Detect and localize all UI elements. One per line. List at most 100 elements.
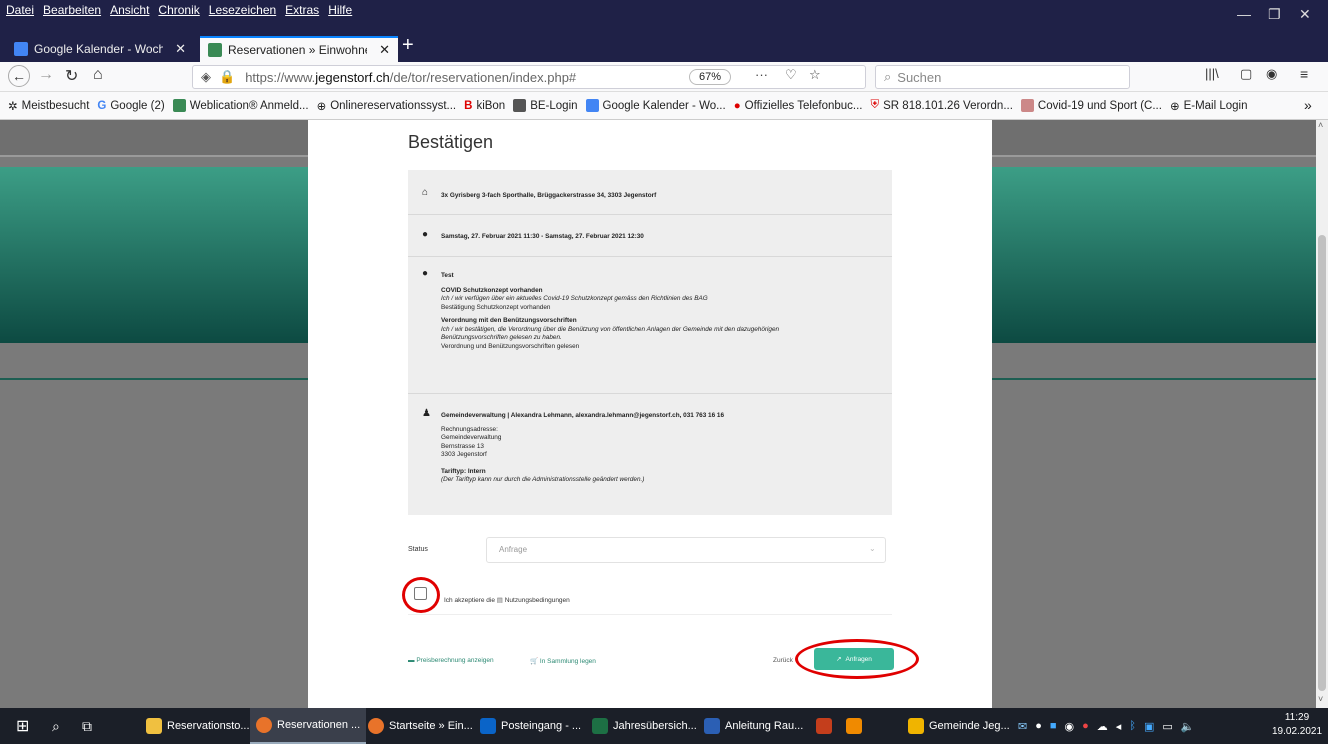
bookmark-onlinereservation[interactable]: ⊕ Onlinereservationssyst... xyxy=(317,99,457,113)
datetime-text: Samstag, 27. Februar 2021 11:30 - Samsta… xyxy=(441,233,644,240)
menu-chronik[interactable]: Chronik xyxy=(158,3,199,17)
taskbar: ⊞ ⌕ ⧉ Reservationsto... Reservationen ..… xyxy=(0,708,1328,744)
chevron-down-icon: ⌄ xyxy=(869,544,876,553)
menu-datei[interactable]: Datei xyxy=(6,3,34,17)
cart-icon: 🛒 xyxy=(530,658,539,665)
taskbar-item-anleitung[interactable]: Anleitung Rau... xyxy=(698,708,809,744)
scrollbar-thumb[interactable] xyxy=(1318,235,1326,691)
taskbar-item-jahresuebersicht[interactable]: Jahresübersich... xyxy=(586,708,703,744)
price-calculation-link[interactable]: ▬ Preisberechnung anzeigen xyxy=(408,657,494,664)
url-bar[interactable]: ◈ 🔒 https://www. jegenstorf.ch /de/tor/r… xyxy=(192,65,866,89)
bookmark-meistbesucht[interactable]: ✲ Meistbesucht xyxy=(8,99,89,113)
forward-icon[interactable]: → xyxy=(38,66,54,84)
tab-reservationen[interactable]: Reservationen » Einwohnergem ✕ xyxy=(200,36,398,62)
search-icon: ⌕ xyxy=(884,69,892,84)
bookmark-sr-verordnung[interactable]: ⛨ SR 818.101.26 Verordn... xyxy=(871,99,1013,112)
library-icon[interactable]: |||\ xyxy=(1205,66,1219,81)
star-icon[interactable]: ☆ xyxy=(809,67,821,83)
menu-lesezeichen[interactable]: Lesezeichen xyxy=(209,3,276,17)
location-text: 3x Gyrisberg 3-fach Sporthalle, Brüggack… xyxy=(441,192,657,199)
chrome-icon: ◉ xyxy=(1064,720,1075,733)
taskbar-item-gemeinde[interactable]: Gemeinde Jeg... xyxy=(902,708,1016,744)
verordnung-heading: Verordnung mit den Benützungsvorschrifte… xyxy=(441,317,577,324)
sidebar-icon[interactable]: ▢ xyxy=(1240,66,1252,82)
kibon-icon: B xyxy=(464,99,473,112)
app-a-icon[interactable] xyxy=(840,708,868,744)
bookmark-kibon[interactable]: BkiBon xyxy=(464,100,505,112)
menu-bearbeiten[interactable]: Bearbeiten xyxy=(43,3,101,17)
billing-label: Rechnungsadresse: xyxy=(441,425,498,433)
covid-text: Ich / wir verfügen über ein aktuelles Co… xyxy=(441,295,708,302)
verordnung-text: Ich / wir bestätigen, die Verordnung übe… xyxy=(441,325,780,333)
bookmark-be-login[interactable]: BE-Login xyxy=(513,99,578,112)
reload-icon[interactable]: ↻ xyxy=(65,66,78,86)
terms-link[interactable]: Nutzungsbedingungen xyxy=(505,597,570,604)
status-value: Anfrage xyxy=(499,545,528,554)
money-icon: ▬ xyxy=(408,657,415,664)
url-domain: jegenstorf.ch xyxy=(315,69,390,85)
bookmark-covid-sport[interactable]: Covid-19 und Sport (C... xyxy=(1020,99,1162,112)
page-title: Bestätigen xyxy=(408,132,494,152)
separator xyxy=(408,614,892,615)
google-icon: G xyxy=(97,99,107,112)
task-view-icon[interactable]: ⧉ xyxy=(76,708,98,744)
outlook-tray-icon: ■ xyxy=(1049,720,1057,732)
taskbar-item-reservationsto[interactable]: Reservationsto... xyxy=(140,708,256,744)
page-actions-icon[interactable]: ··· xyxy=(755,67,768,82)
zoom-badge[interactable]: 67% xyxy=(689,69,731,85)
bookmark-telefonbuch[interactable]: ● Offizielles Telefonbuc... xyxy=(734,100,863,112)
account-icon[interactable]: ◉ xyxy=(1266,66,1277,82)
accept-terms-label: Ich akzeptiere die ▤ Nutzungsbedingungen xyxy=(444,597,570,604)
tab-google-kalender[interactable]: Google Kalender - Woche vom ✕ xyxy=(6,36,194,62)
scroll-up-icon[interactable]: ˄ xyxy=(1318,120,1323,130)
clock-icon: ● xyxy=(422,229,429,240)
search-icon[interactable]: ⌕ xyxy=(46,708,66,744)
red-app-icon: ● xyxy=(1082,720,1089,732)
red-highlight-ellipse xyxy=(795,639,919,679)
user-icon: ♟ xyxy=(422,408,431,419)
tab-label: Google Kalender - Woche vom xyxy=(34,42,164,56)
restore-icon[interactable]: ❐ xyxy=(1268,6,1281,23)
menu-ansicht[interactable]: Ansicht xyxy=(110,3,149,17)
globe-icon: ⊕ xyxy=(1169,100,1180,113)
close-window-icon[interactable]: ✕ xyxy=(1299,6,1311,23)
swiss-shield-icon: ⛨ xyxy=(870,99,880,111)
bookmark-google[interactable]: G Google (2) xyxy=(97,100,164,112)
billing-address-line: Gemeindeverwaltung xyxy=(441,434,502,441)
page-icon xyxy=(1020,99,1034,112)
system-tray[interactable]: ✉ ● ■ ◉ ● ☁ ◂ ᛒ ▣ ▭ 🔈 xyxy=(1012,708,1200,744)
lock-icon: 🔒 xyxy=(219,69,236,84)
back-icon[interactable]: ← xyxy=(8,65,30,87)
clock[interactable]: 11:29 19.02.2021 xyxy=(1272,711,1322,739)
close-tab-icon[interactable]: ✕ xyxy=(379,42,390,58)
add-to-collection-link[interactable]: 🛒 In Sammlung legen xyxy=(530,657,596,665)
hamburger-menu-icon[interactable]: ≡ xyxy=(1300,66,1308,82)
home-icon[interactable]: ⌂ xyxy=(93,66,103,84)
windows-start-icon[interactable]: ⊞ xyxy=(10,708,35,744)
back-button[interactable]: Zurück xyxy=(773,657,793,664)
pocket-icon[interactable]: ♡ xyxy=(785,67,797,83)
bookmark-google-kalender[interactable]: Google Kalender - Wo... xyxy=(585,99,726,112)
scroll-down-icon[interactable]: ˅ xyxy=(1318,694,1323,704)
search-input[interactable]: ⌕ Suchen xyxy=(875,65,1130,89)
info-section: ● Test COVID Schutzkonzept vorhanden Ich… xyxy=(408,257,892,394)
minimize-icon[interactable]: — xyxy=(1237,6,1251,22)
menu-extras[interactable]: Extras xyxy=(285,3,319,17)
taskbar-item-reservationen[interactable]: Reservationen ... xyxy=(250,708,367,744)
close-tab-icon[interactable]: ✕ xyxy=(175,41,186,57)
bookmark-email-login[interactable]: ⊕ E-Mail Login xyxy=(1170,99,1248,113)
taskbar-item-startseite[interactable]: Startseite » Ein... xyxy=(362,708,479,744)
calendar-icon xyxy=(14,42,28,56)
network-icon: ▣ xyxy=(1143,720,1155,733)
bookmarks-bar: ✲ Meistbesucht G Google (2) Weblication® A… xyxy=(0,92,1328,120)
bookmark-weblication[interactable]: Weblication® Anmeld... xyxy=(172,99,309,112)
status-select[interactable]: Anfrage ⌄ xyxy=(486,537,886,563)
new-tab-icon[interactable]: + xyxy=(402,34,414,57)
taskbar-item-posteingang[interactable]: Posteingang - ... xyxy=(474,708,587,744)
menu-hilfe[interactable]: Hilfe xyxy=(328,3,352,17)
powerpoint-icon[interactable] xyxy=(810,708,838,744)
cloud-icon: ☁ xyxy=(1096,720,1108,733)
more-bookmarks-icon[interactable]: » xyxy=(1304,97,1312,113)
reservation-summary: ⌂ 3x Gyrisberg 3-fach Sporthalle, Brügga… xyxy=(408,170,892,515)
page-scrollbar[interactable]: ˄ ˅ xyxy=(1316,120,1328,708)
